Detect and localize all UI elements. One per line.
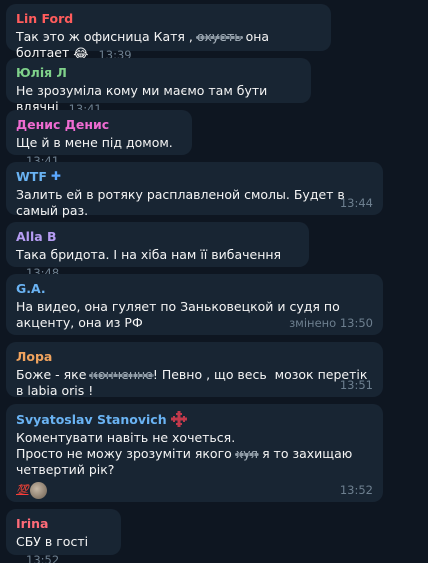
message-bubble[interactable]: Денис Денис Ще й в мене під домом.13:41 <box>6 110 192 168</box>
censored-word: хуя <box>234 446 260 461</box>
censored-word: конченне <box>89 367 155 382</box>
message-bubble[interactable]: Alla B Така бридота. І на хіба нам її ви… <box>6 222 309 280</box>
message-author[interactable]: Денис Денис <box>16 117 182 132</box>
message-text: Залить ей в ротяку расплавленой смолы. Б… <box>16 187 349 218</box>
message-text: Боже - яке конченне! Певно , що весь моз… <box>16 367 372 398</box>
star-badge-icon: ✚ <box>50 169 61 183</box>
hundred-points-reaction-icon[interactable]: 💯 <box>16 485 28 496</box>
message-author[interactable]: Irina <box>16 516 111 531</box>
message-text: Коментувати навіть не хочеться. Просто н… <box>16 430 357 477</box>
message-bubble[interactable]: Lin Ford Так это ж офисница Катя , охует… <box>6 4 331 62</box>
message-author[interactable]: Лора <box>16 349 373 364</box>
message-author[interactable]: Lin Ford <box>16 11 321 26</box>
message-text: СБУ в гості13:52 <box>16 534 111 563</box>
message-time: 13:51 <box>339 378 373 392</box>
message-bubble[interactable]: WTF ✚ Залить ей в ротяку расплавленой смо… <box>6 162 383 218</box>
message-time: 13:52 <box>339 483 373 497</box>
message-time: 13:52 <box>26 553 60 563</box>
message-author[interactable]: G.A. <box>16 281 373 296</box>
message-bubble[interactable]: Svyatoslav Stanovich Коментувати навіть … <box>6 404 383 502</box>
message-bubble[interactable]: G.A. На видео, она гуляет по Заньковецко… <box>6 274 383 335</box>
message-author[interactable]: Юлія Л <box>16 65 301 80</box>
message-author[interactable]: WTF ✚ <box>16 169 373 184</box>
message-time: 13:44 <box>339 196 373 210</box>
message-author[interactable]: Alla B <box>16 229 299 244</box>
message-time: змінено 13:50 <box>289 316 373 330</box>
reactor-avatar <box>30 482 48 499</box>
message-author[interactable]: Svyatoslav Stanovich <box>16 411 373 427</box>
message-bubble[interactable]: Irina СБУ в гості13:52 <box>6 509 121 563</box>
cross-badge-icon <box>170 411 187 427</box>
reactions[interactable]: 💯 <box>16 482 373 499</box>
censored-word: охуеть <box>195 29 243 44</box>
message-bubble[interactable]: Юлія Л Не зрозуміла кому ми маємо там бу… <box>6 58 311 116</box>
message-bubble[interactable]: Лора Боже - яке конченне! Певно , що вес… <box>6 342 383 398</box>
